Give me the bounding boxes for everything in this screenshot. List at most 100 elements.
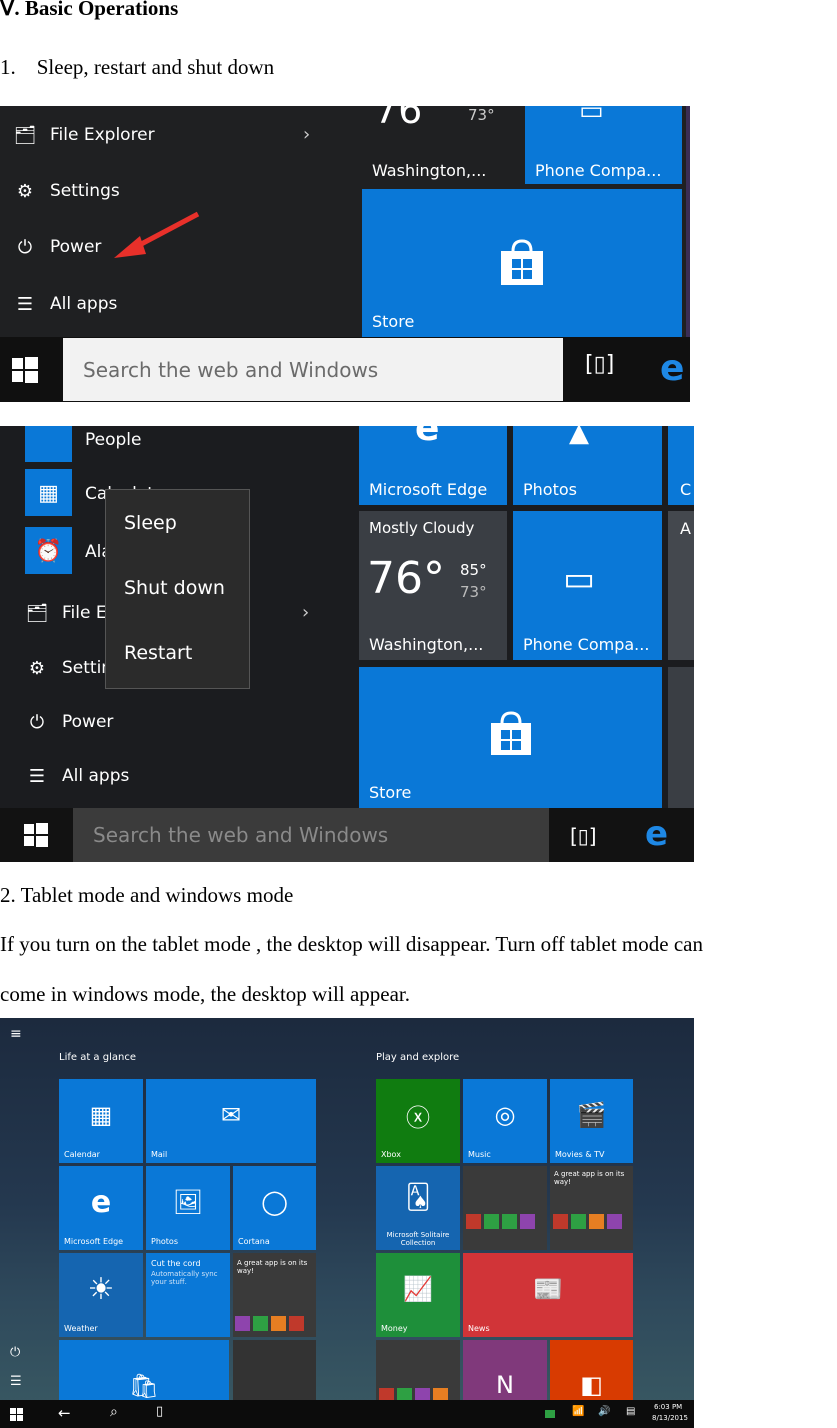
chevron-right-icon: › bbox=[303, 124, 311, 145]
tile-subtitle: Automatically sync your stuff. bbox=[151, 1270, 218, 1286]
power-icon[interactable]: ⏻ bbox=[10, 1345, 20, 1360]
store-bag-icon bbox=[491, 711, 531, 755]
windows-start-icon[interactable] bbox=[10, 1408, 23, 1421]
music-tile[interactable]: ◎ Music bbox=[463, 1079, 547, 1163]
hamburger-menu-icon[interactable]: ≡ bbox=[10, 1026, 22, 1042]
phone-laptop-icon: ▭ bbox=[563, 559, 596, 599]
gear-icon: ⚙ bbox=[28, 657, 46, 679]
money-tile[interactable]: 📈 Money bbox=[376, 1253, 460, 1337]
xbox-tile[interactable]: ⓧ Xbox bbox=[376, 1079, 460, 1163]
list-icon: ☰ bbox=[28, 765, 46, 787]
edge-icon[interactable]: e bbox=[660, 348, 684, 389]
partial-tile[interactable]: C bbox=[668, 426, 694, 505]
weather-tile[interactable]: 76 73° Washington,... bbox=[362, 106, 522, 184]
great-app-tile-2[interactable]: A great app is on its way! bbox=[550, 1166, 633, 1250]
taskbar bbox=[0, 1400, 694, 1428]
news-tile[interactable]: 📰 News bbox=[463, 1253, 633, 1337]
photos-tile[interactable]: ▲ Photos bbox=[513, 426, 662, 505]
partial-tile-3[interactable] bbox=[668, 667, 694, 808]
folder-icon: 🗂 bbox=[25, 602, 49, 624]
tray-app-icon[interactable] bbox=[545, 1410, 555, 1418]
edge-tile[interactable]: e Microsoft Edge bbox=[359, 426, 507, 505]
back-arrow-icon[interactable]: ← bbox=[58, 1404, 71, 1422]
tile-label: Photos bbox=[523, 480, 577, 499]
windows-start-icon[interactable] bbox=[24, 823, 48, 847]
newspaper-icon: 📰 bbox=[533, 1275, 563, 1303]
menu-power[interactable]: ⏻ Power bbox=[24, 709, 114, 735]
app-icons-row bbox=[466, 1214, 535, 1229]
alarm-icon: ⏰ bbox=[25, 527, 72, 574]
photos-tile[interactable]: 🖼 Photos bbox=[146, 1166, 230, 1250]
group-title-2: Play and explore bbox=[376, 1052, 460, 1063]
sun-icon: ☀ bbox=[87, 1271, 115, 1307]
menu-label: File Explorer bbox=[50, 125, 155, 145]
edge-icon: e bbox=[90, 1184, 112, 1220]
network-icon[interactable]: 📶 bbox=[572, 1406, 584, 1417]
great-app-tile-1[interactable]: A great app is on its way! bbox=[233, 1253, 316, 1337]
movies-tile[interactable]: 🎬 Movies & TV bbox=[550, 1079, 633, 1163]
menu-power[interactable]: ⏻ Power bbox=[12, 234, 102, 260]
cortana-icon: ◯ bbox=[261, 1188, 288, 1216]
calendar-tile[interactable]: ▦ Calendar bbox=[59, 1079, 143, 1163]
search-input[interactable]: Search the web and Windows bbox=[63, 338, 563, 401]
app-icons-row bbox=[553, 1214, 622, 1229]
tile-label: Music bbox=[468, 1150, 491, 1159]
tile-title: A great app is on its way! bbox=[237, 1259, 308, 1275]
partial-tile-letter: A bbox=[680, 519, 691, 538]
phone-companion-tile[interactable]: ▭ Phone Compa... bbox=[525, 106, 682, 184]
tile-label: Movies & TV bbox=[555, 1150, 605, 1159]
cortana-tile[interactable]: ◯ Cortana bbox=[233, 1166, 316, 1250]
volume-icon[interactable]: 🔊 bbox=[598, 1406, 610, 1417]
tile-label: Store bbox=[372, 312, 415, 331]
weather-tile[interactable]: Mostly Cloudy 76° 85° 73° Washington,... bbox=[359, 511, 507, 660]
tile-label: Weather bbox=[64, 1324, 98, 1333]
xbox-icon: ⓧ bbox=[406, 1103, 430, 1132]
task-view-icon[interactable]: ▯ bbox=[156, 1404, 163, 1419]
edge-tile[interactable]: e Microsoft Edge bbox=[59, 1166, 143, 1250]
search-input[interactable]: Search the web and Windows bbox=[73, 808, 549, 862]
menu-sleep[interactable]: Sleep bbox=[124, 512, 177, 534]
tile-label: Photos bbox=[151, 1237, 178, 1246]
partial-tile-2[interactable]: A bbox=[668, 511, 694, 660]
windows-start-icon[interactable] bbox=[12, 357, 38, 383]
menu-all-apps[interactable]: ☰ All apps bbox=[24, 763, 129, 789]
weather-low: 73° bbox=[468, 106, 495, 124]
edge-icon[interactable]: e bbox=[645, 814, 668, 854]
app-people[interactable]: People bbox=[85, 430, 141, 450]
weather-city: Washington,... bbox=[369, 635, 484, 654]
action-center-icon[interactable]: ▤ bbox=[626, 1406, 635, 1417]
weather-city: Washington,... bbox=[372, 161, 487, 180]
store-tile[interactable]: Store bbox=[359, 667, 662, 808]
tile-label: Calendar bbox=[64, 1150, 100, 1159]
task-view-icon[interactable]: [▯] bbox=[570, 824, 597, 848]
menu-restart[interactable]: Restart bbox=[124, 642, 192, 664]
solitaire-tile[interactable]: 🂡 Microsoft Solitaire Collection bbox=[376, 1166, 460, 1250]
weather-condition: Mostly Cloudy bbox=[369, 519, 475, 537]
playing-cards-icon: 🂡 bbox=[405, 1183, 431, 1211]
list-item-2: 2. Tablet mode and windows mode bbox=[0, 883, 294, 907]
tile-label: Microsoft Edge bbox=[64, 1237, 124, 1246]
menu-all-apps[interactable]: ☰ All apps bbox=[12, 291, 117, 317]
paragraph-line-1: If you turn on the tablet mode , the des… bbox=[0, 932, 703, 956]
chevron-right-icon: › bbox=[302, 602, 310, 623]
menu-settings[interactable]: ⚙ Settings bbox=[12, 178, 120, 204]
clapperboard-icon: 🎬 bbox=[576, 1101, 607, 1129]
app-icons-tile[interactable] bbox=[463, 1166, 547, 1250]
store-tile[interactable]: Store bbox=[362, 189, 682, 337]
menu-file-explorer[interactable]: 🗂 File Explorer bbox=[12, 122, 155, 148]
power-context-menu: Sleep Shut down Restart bbox=[105, 489, 250, 689]
mail-tile[interactable]: ✉ Mail bbox=[146, 1079, 316, 1163]
people-icon bbox=[25, 426, 72, 462]
search-icon[interactable]: ⌕ bbox=[110, 1404, 118, 1420]
power-icon: ⏻ bbox=[29, 711, 45, 733]
weather-low: 73° bbox=[460, 583, 487, 601]
all-apps-list-icon[interactable]: ☰ bbox=[10, 1374, 22, 1389]
tile-label: Phone Compa... bbox=[523, 635, 650, 654]
cut-the-cord-tile[interactable]: Cut the cord Automatically sync your stu… bbox=[146, 1253, 230, 1337]
start-menu-screenshot-2: People ▦ Calculator ⏰ Alarms 🗂 File Expl… bbox=[0, 426, 694, 862]
task-view-icon[interactable]: [▯] bbox=[585, 352, 614, 377]
menu-shut-down[interactable]: Shut down bbox=[124, 577, 225, 599]
weather-tile[interactable]: ☀ Weather bbox=[59, 1253, 143, 1337]
phone-companion-tile[interactable]: ▭ Phone Compa... bbox=[513, 511, 662, 660]
tile-title: Cut the cord bbox=[151, 1259, 201, 1268]
